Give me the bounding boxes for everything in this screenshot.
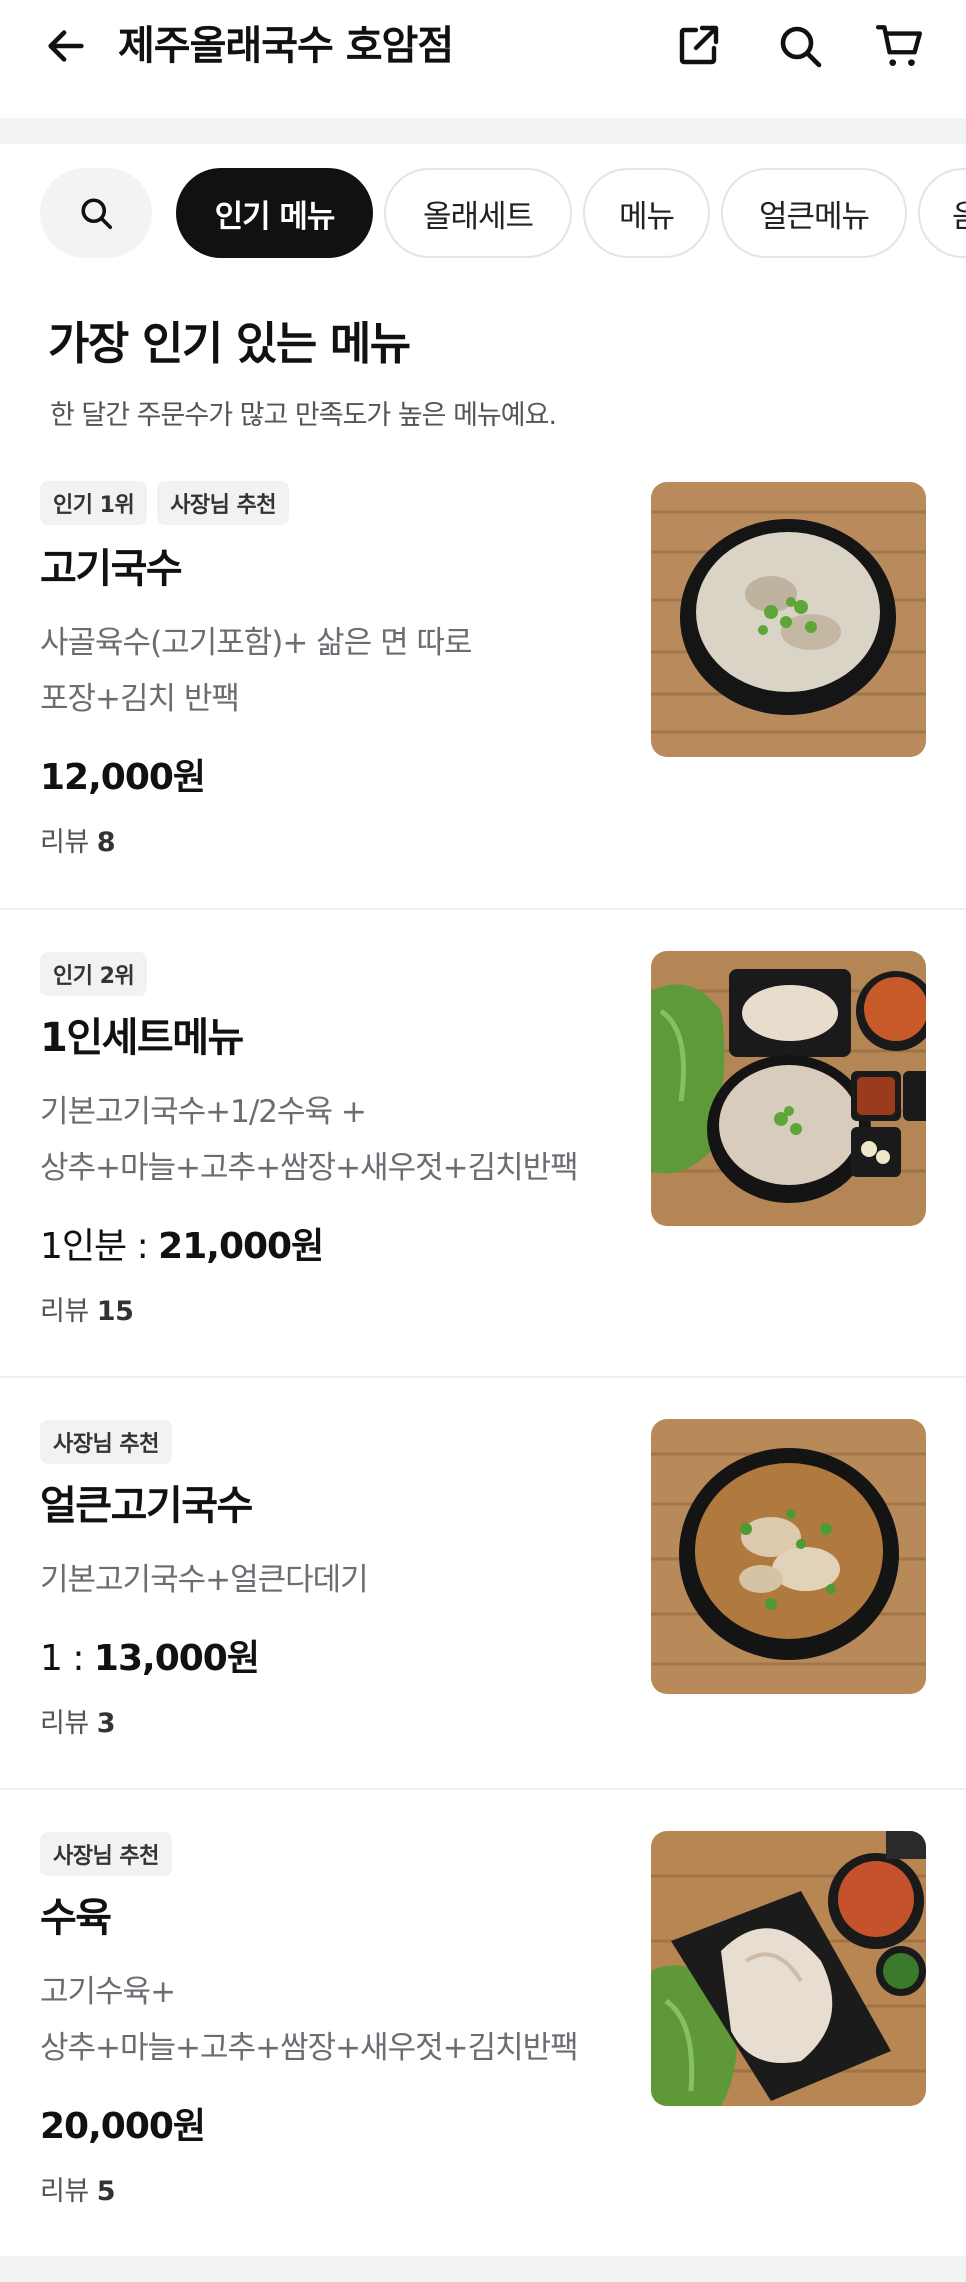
menu-photo[interactable] — [651, 1419, 926, 1694]
description-line: 상추+마늘+고추+쌈장+새우젓+김치반팩 — [40, 2030, 579, 2066]
price-amount: 20,000원 — [40, 2106, 206, 2147]
badge-group: 인기 1위 사장님 추천 — [40, 481, 290, 525]
review-count: 리뷰 5 — [40, 2174, 116, 2210]
menu-item[interactable]: 사장님 추천 수육 고기수육+ 상추+마늘+고추+쌈장+새우젓+김치반팩 20,… — [0, 1790, 966, 2256]
menu-price: 1 : 13,000원 — [40, 1634, 260, 1684]
review-label: 리뷰 — [40, 2176, 89, 2207]
page-title: 제주올래국수 호암점 — [118, 23, 454, 69]
menu-description: 사골육수(고기포함)+ 삶은 면 따로 포장+김치 반팩 — [40, 615, 620, 727]
cart-icon — [875, 25, 922, 66]
chip-menu[interactable]: 메뉴 — [583, 168, 710, 258]
chip-more[interactable]: 음 — [918, 168, 966, 258]
menu-item[interactable]: 사장님 추천 얼큰고기국수 기본고기국수+얼큰다데기 1 : 13,000원 리… — [0, 1378, 966, 1790]
owner-pick-badge: 사장님 추천 — [157, 481, 290, 525]
review-number: 8 — [96, 827, 116, 858]
section-subtitle: 한 달간 주문수가 많고 만족도가 높은 메뉴예요. — [50, 400, 557, 431]
price-prefix: 1인분 : — [40, 1226, 159, 1267]
top-app-bar: 제주올래국수 호암점 — [0, 0, 966, 118]
review-number: 3 — [96, 1708, 116, 1739]
back-button[interactable] — [36, 16, 96, 76]
spicy-noodle-soup-photo — [651, 1419, 926, 1694]
review-number: 15 — [96, 1296, 134, 1327]
menu-photo[interactable] — [651, 1831, 926, 2106]
description-line: 고기수육+ — [40, 1974, 176, 2010]
review-label: 리뷰 — [40, 827, 89, 858]
description-line: 기본고기국수+얼큰다데기 — [40, 1562, 369, 1598]
menu-description: 기본고기국수+얼큰다데기 — [40, 1552, 620, 1608]
menu-price: 20,000원 — [40, 2102, 206, 2152]
description-line: 포장+김치 반팩 — [40, 681, 240, 717]
menu-name: 1인세트메뉴 — [40, 1015, 244, 1061]
boiled-pork-photo — [651, 1831, 926, 2106]
description-line: 상추+마늘+고추+쌈장+새우젓+김치반팩 — [40, 1150, 579, 1186]
review-count: 리뷰 15 — [40, 1294, 134, 1330]
menu-price: 1인분 : 21,000원 — [40, 1222, 324, 1272]
badge-group: 사장님 추천 — [40, 1420, 172, 1464]
category-chip-bar: 인기 메뉴 올래세트 메뉴 얼큰메뉴 음 — [0, 166, 966, 262]
menu-name: 얼큰고기국수 — [40, 1483, 253, 1529]
chip-olle-set[interactable]: 올래세트 — [384, 168, 572, 258]
menu-item[interactable]: 인기 1위 사장님 추천 고기국수 사골육수(고기포함)+ 삶은 면 따로 포장… — [0, 455, 966, 910]
menu-photo[interactable] — [651, 482, 926, 757]
owner-pick-badge: 사장님 추천 — [40, 1832, 172, 1876]
set-menu-photo — [651, 951, 926, 1226]
owner-pick-badge: 사장님 추천 — [40, 1420, 172, 1464]
menu-name: 수육 — [40, 1895, 112, 1941]
menu-item[interactable]: 인기 2위 1인세트메뉴 기본고기국수+1/2수육 + 상추+마늘+고추+쌈장+… — [0, 910, 966, 1378]
arrow-left-icon — [48, 30, 84, 62]
badge-group: 사장님 추천 — [40, 1832, 172, 1876]
header-search-button[interactable] — [770, 16, 830, 76]
price-amount: 12,000원 — [40, 757, 206, 798]
review-count: 리뷰 3 — [40, 1706, 116, 1742]
description-line: 기본고기국수+1/2수육 + — [40, 1094, 367, 1130]
price-amount: 21,000원 — [158, 1226, 324, 1267]
section-title: 가장 인기 있는 메뉴 — [48, 317, 411, 370]
price-amount: 13,000원 — [93, 1638, 260, 1679]
bottom-divider-band — [0, 2256, 966, 2282]
rank-badge: 인기 1위 — [40, 481, 148, 525]
review-count: 리뷰 8 — [40, 825, 116, 861]
share-icon — [679, 25, 719, 65]
search-icon — [780, 26, 822, 68]
menu-description: 고기수육+ 상추+마늘+고추+쌈장+새우젓+김치반팩 — [40, 1964, 620, 2076]
review-number: 5 — [96, 2176, 116, 2207]
review-label: 리뷰 — [40, 1708, 89, 1739]
badge-group: 인기 2위 — [40, 952, 148, 996]
chip-spicy-menu[interactable]: 얼큰메뉴 — [721, 168, 907, 258]
review-label: 리뷰 — [40, 1296, 89, 1327]
noodle-soup-photo — [651, 482, 926, 757]
price-prefix: 1 : — [40, 1638, 94, 1679]
header-divider-band — [0, 118, 966, 144]
menu-name: 고기국수 — [40, 546, 183, 592]
rank-badge: 인기 2위 — [40, 952, 148, 996]
cart-button[interactable] — [870, 16, 930, 76]
menu-price: 12,000원 — [40, 753, 206, 803]
description-line: 사골육수(고기포함)+ 삶은 면 따로 — [40, 625, 472, 661]
chip-search-button[interactable] — [40, 168, 152, 258]
search-icon — [81, 198, 113, 230]
menu-description: 기본고기국수+1/2수육 + 상추+마늘+고추+쌈장+새우젓+김치반팩 — [40, 1084, 620, 1196]
share-button[interactable] — [668, 16, 728, 76]
menu-photo[interactable] — [651, 951, 926, 1226]
chip-popular-menu[interactable]: 인기 메뉴 — [176, 168, 373, 258]
